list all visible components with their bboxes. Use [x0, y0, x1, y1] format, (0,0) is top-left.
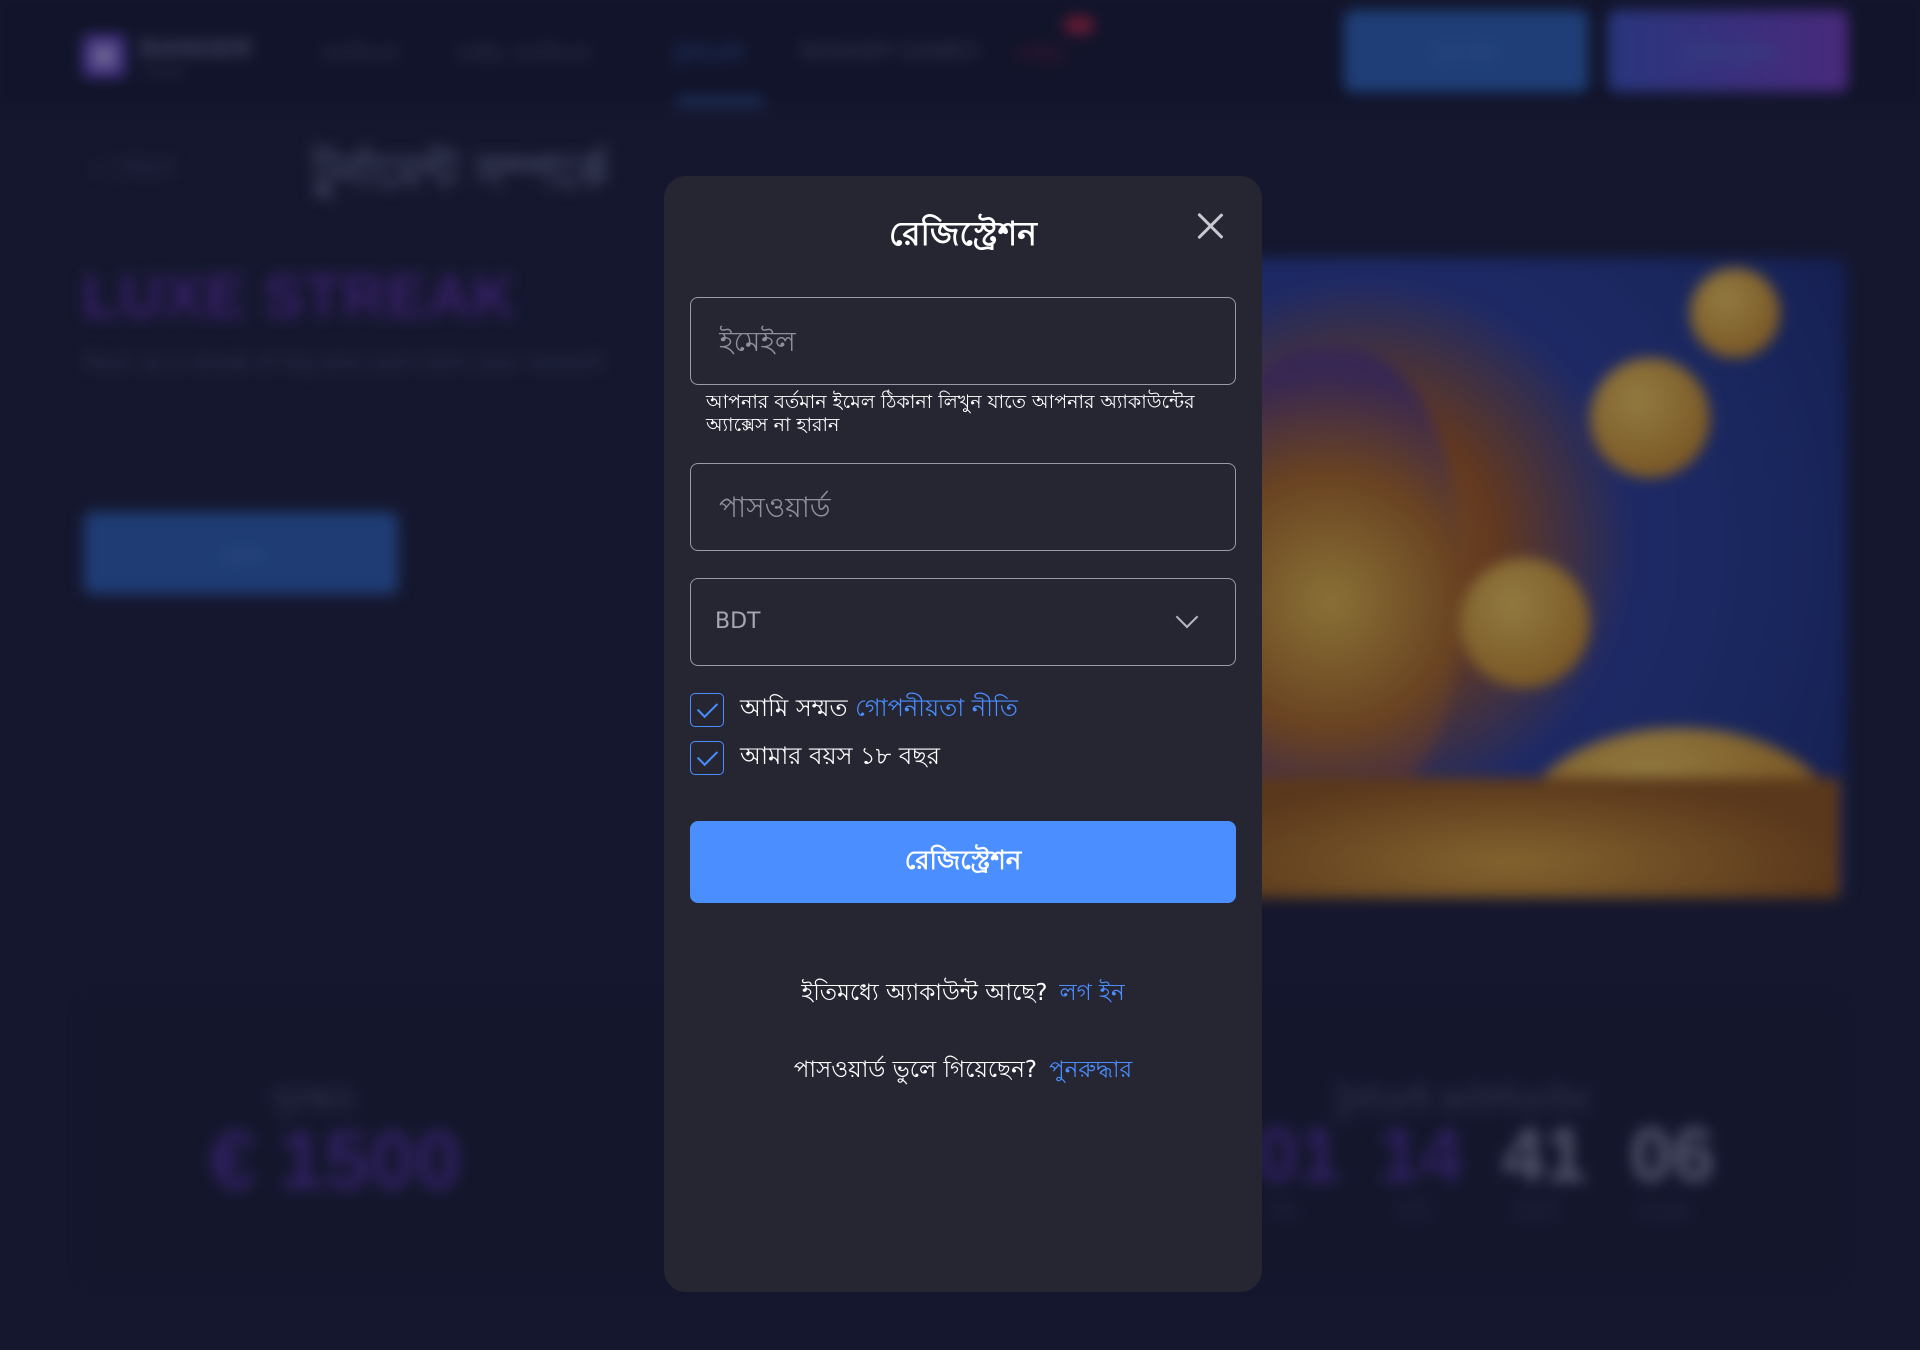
age-consent-text: আমার বয়স ১৮ বছর: [740, 742, 940, 770]
forgot-password-row: পাসওয়ার্ড ভুলে গিয়েছেন? পুনরুদ্ধার: [664, 1051, 1262, 1090]
recover-link[interactable]: পুনরুদ্ধার: [1049, 1057, 1132, 1083]
modal-title: রেজিস্ট্রেশন: [888, 214, 1037, 253]
privacy-checkbox[interactable]: [690, 693, 724, 727]
age-checkbox[interactable]: [690, 741, 724, 775]
privacy-consent-text: আমি সম্মত গোপনীয়তা নীতি: [740, 690, 1018, 730]
chevron-down-icon: [1175, 605, 1199, 629]
login-link[interactable]: লগ ইন: [1060, 980, 1125, 1006]
registration-modal: রেজিস্ট্রেশন আপনার বর্তমান ইমেল ঠিকানা ল…: [664, 176, 1262, 1292]
currency-select[interactable]: BDT: [690, 578, 1236, 666]
privacy-prefix: আমি সম্মত: [740, 694, 848, 722]
privacy-consent-row: আমি সম্মত গোপনীয়তা নীতি: [690, 692, 1018, 728]
have-account-text: ইতিমধ্যে অ্যাকাউন্ট আছে?: [801, 980, 1048, 1006]
email-input[interactable]: [691, 298, 1235, 384]
age-consent-row: আমার বয়স ১৮ বছর: [690, 740, 940, 776]
privacy-policy-link[interactable]: গোপনীয়তা নীতি: [855, 694, 1018, 722]
currency-value: BDT: [715, 609, 761, 634]
email-field-wrapper: [690, 297, 1236, 385]
password-input[interactable]: [691, 464, 1235, 550]
email-hint: আপনার বর্তমান ইমেল ঠিকানা লিখুন যাতে আপন…: [706, 391, 1195, 436]
password-field-wrapper: [690, 463, 1236, 551]
close-icon[interactable]: [1190, 206, 1230, 246]
have-account-row: ইতিমধ্যে অ্যাকাউন্ট আছে? লগ ইন: [664, 974, 1262, 1013]
register-submit-button[interactable]: রেজিস্ট্রেশন: [690, 821, 1236, 903]
forgot-password-text: পাসওয়ার্ড ভুলে গিয়েছেন?: [793, 1057, 1038, 1083]
